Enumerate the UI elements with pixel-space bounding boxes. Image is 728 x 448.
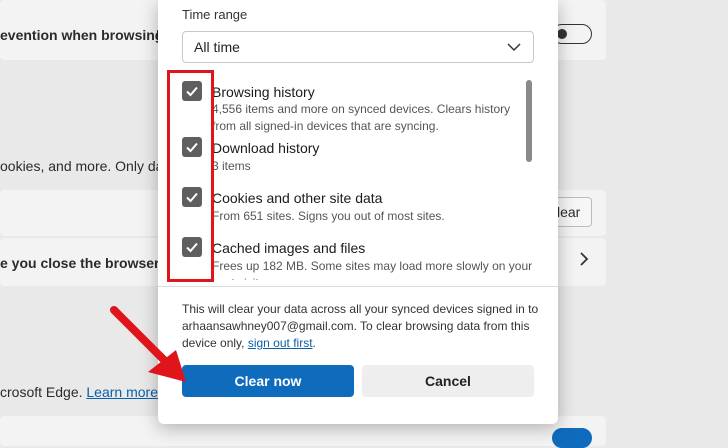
item-title: Download history — [212, 140, 320, 156]
item-title: Cached images and files — [212, 240, 366, 256]
cancel-button[interactable]: Cancel — [362, 365, 534, 397]
sync-info-end: . — [312, 336, 316, 350]
chevron-down-icon — [507, 43, 521, 52]
time-range-value: All time — [194, 39, 240, 55]
data-type-list[interactable]: Browsing history 4,556 items and more on… — [158, 72, 558, 280]
item-description: 3 items — [212, 159, 251, 173]
tracking-setting-label: evention when browsing — [0, 27, 164, 43]
item-title: Cookies and other site data — [212, 190, 383, 206]
sync-info-text: This will clear your data across all you… — [182, 301, 544, 352]
item-description: Frees up 182 MB. Some sites may load mor… — [212, 259, 533, 280]
divider — [158, 286, 558, 287]
bottom-toggle[interactable] — [552, 428, 592, 448]
checkbox-highlight-box — [167, 70, 214, 282]
red-arrow-annotation — [110, 306, 186, 382]
item-title: Browsing history — [212, 84, 315, 100]
sync-info-body: This will clear your data across all you… — [182, 302, 539, 350]
clear-now-button[interactable]: Clear now — [182, 365, 354, 397]
edge-footer-label: crosoft Edge. — [0, 384, 83, 400]
item-description: 4,556 items and more on synced devices. … — [212, 102, 511, 133]
toggle-knob — [557, 29, 567, 39]
clear-on-close-label: e you close the browser — [0, 255, 160, 271]
item-description: From 651 sites. Signs you out of most si… — [212, 209, 445, 223]
tracking-toggle[interactable] — [552, 24, 592, 44]
sign-out-first-link[interactable]: sign out first — [248, 336, 313, 350]
time-range-label: Time range — [182, 7, 248, 22]
chevron-right-icon[interactable] — [578, 251, 590, 272]
clear-data-description: ookies, and more. Only da — [0, 158, 164, 174]
list-scrollbar[interactable] — [526, 80, 532, 162]
clear-browsing-data-dialog: Time range All time Browsing history 4,5… — [158, 0, 558, 424]
time-range-select[interactable]: All time — [182, 31, 534, 63]
